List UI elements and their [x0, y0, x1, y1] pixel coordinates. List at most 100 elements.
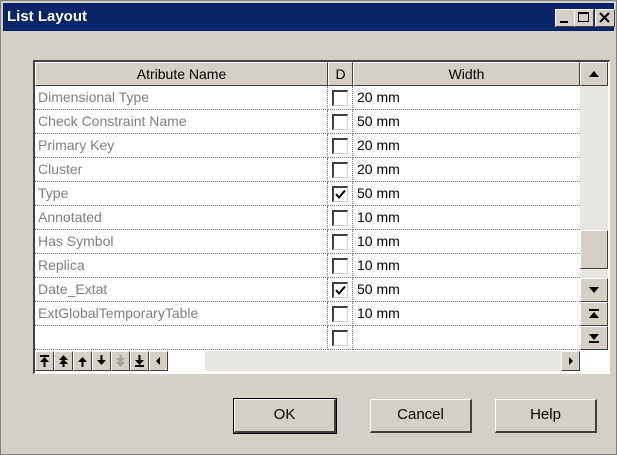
scroll-right-button[interactable] [561, 351, 580, 371]
display-cell [328, 206, 353, 230]
table-row[interactable]: Annotated 10 mm [35, 206, 580, 230]
move-down-page-icon [116, 355, 125, 367]
move-up-button[interactable] [73, 351, 92, 371]
arrow-left-icon [156, 357, 160, 365]
maximize-button[interactable] [574, 9, 594, 27]
display-checkbox[interactable] [332, 258, 348, 274]
cancel-button[interactable]: Cancel [370, 399, 472, 433]
attribute-grid[interactable]: Atribute Name D Width Dimensional Type 20… [33, 60, 610, 374]
move-up-page-icon [59, 355, 68, 367]
width-cell[interactable]: 10 mm [353, 230, 580, 254]
attribute-name-cell: Primary Key [35, 134, 328, 158]
table-row[interactable]: Cluster 20 mm [35, 158, 580, 182]
maximize-icon [578, 12, 589, 22]
scroll-up-button[interactable] [580, 62, 608, 86]
attribute-name-cell [35, 326, 328, 350]
arrow-up-icon [589, 71, 599, 77]
display-cell [328, 158, 353, 182]
move-up-icon [78, 357, 87, 367]
minimize-button[interactable] [555, 9, 575, 27]
attribute-name-cell: ExtGlobalTemporaryTable [35, 302, 328, 326]
display-checkbox[interactable] [332, 210, 348, 226]
display-checkbox[interactable] [332, 90, 348, 106]
ok-button[interactable]: OK [233, 398, 337, 434]
attribute-name-cell: Has Symbol [35, 230, 328, 254]
display-checkbox[interactable] [332, 114, 348, 130]
move-down-icon [97, 355, 106, 365]
display-checkbox[interactable] [332, 162, 348, 178]
display-checkbox[interactable] [332, 138, 348, 154]
move-to-bottom-icon [135, 355, 144, 367]
display-cell [328, 326, 353, 350]
minimize-icon [560, 21, 568, 23]
display-cell [328, 254, 353, 278]
attribute-name-cell: Check Constraint Name [35, 110, 328, 134]
checkmark-icon [335, 285, 346, 296]
width-cell[interactable]: 10 mm [353, 302, 580, 326]
arrow-right-icon [569, 357, 573, 365]
move-to-top-button[interactable] [35, 351, 54, 371]
window-title: List Layout [7, 8, 88, 25]
table-row[interactable]: Type 50 mm [35, 182, 580, 206]
width-cell[interactable]: 10 mm [353, 254, 580, 278]
display-cell [328, 278, 353, 302]
close-icon [599, 12, 610, 23]
vertical-scrollbar[interactable] [580, 62, 608, 350]
move-up-page-button[interactable] [54, 351, 73, 371]
scroll-left-button[interactable] [149, 351, 168, 371]
display-cell [328, 134, 353, 158]
table-row[interactable]: Primary Key 20 mm [35, 134, 580, 158]
move-to-bottom-button[interactable] [130, 351, 149, 371]
help-button[interactable]: Help [495, 399, 597, 433]
scroll-down-button[interactable] [580, 278, 608, 302]
width-cell[interactable]: 20 mm [353, 86, 580, 110]
horizontal-scrollbar[interactable] [205, 351, 580, 371]
attribute-name-cell: Annotated [35, 206, 328, 230]
title-bar[interactable]: List Layout [3, 3, 615, 31]
attribute-name-cell: Cluster [35, 158, 328, 182]
attribute-name-cell: Date_Extat [35, 278, 328, 302]
width-cell[interactable]: 50 mm [353, 278, 580, 302]
attribute-name-cell: Type [35, 182, 328, 206]
column-header-d[interactable]: D [328, 62, 353, 86]
width-cell[interactable]: 50 mm [353, 182, 580, 206]
move-to-bottom-icon [589, 334, 599, 343]
display-checkbox[interactable] [332, 234, 348, 250]
checkmark-icon [335, 189, 346, 200]
table-row[interactable]: Date_Extat 50 mm [35, 278, 580, 302]
attribute-name-cell: Dimensional Type [35, 86, 328, 110]
arrow-down-icon [589, 287, 599, 293]
move-to-top-icon [589, 309, 599, 318]
table-row[interactable] [35, 326, 580, 350]
display-cell [328, 230, 353, 254]
scroll-thumb[interactable] [580, 230, 608, 269]
move-down-button[interactable] [92, 351, 111, 371]
column-header-width[interactable]: Width [353, 62, 580, 86]
attribute-name-cell: Replica [35, 254, 328, 278]
display-checkbox[interactable] [332, 330, 348, 346]
display-cell [328, 86, 353, 110]
width-cell[interactable]: 20 mm [353, 158, 580, 182]
width-cell[interactable]: 10 mm [353, 206, 580, 230]
table-row[interactable]: Dimensional Type 20 mm [35, 86, 580, 110]
display-cell [328, 110, 353, 134]
display-cell [328, 302, 353, 326]
move-to-top-icon [40, 355, 49, 367]
width-cell[interactable]: 50 mm [353, 110, 580, 134]
scroll-top-button[interactable] [580, 302, 608, 326]
table-row[interactable]: ExtGlobalTemporaryTable 10 mm [35, 302, 580, 326]
table-row[interactable]: Check Constraint Name 50 mm [35, 110, 580, 134]
move-down-page-button[interactable] [111, 351, 130, 371]
display-checkbox[interactable] [332, 186, 348, 202]
table-row[interactable]: Has Symbol 10 mm [35, 230, 580, 254]
close-button[interactable] [595, 9, 615, 27]
display-checkbox[interactable] [332, 282, 348, 298]
scroll-bottom-button[interactable] [580, 326, 608, 350]
table-row[interactable]: Replica 10 mm [35, 254, 580, 278]
display-checkbox[interactable] [332, 306, 348, 322]
list-layout-dialog: List Layout Atribute Name D Width Dimens… [0, 0, 617, 455]
width-cell[interactable] [353, 326, 580, 350]
display-cell [328, 182, 353, 206]
column-header-name[interactable]: Atribute Name [35, 62, 328, 86]
width-cell[interactable]: 20 mm [353, 134, 580, 158]
